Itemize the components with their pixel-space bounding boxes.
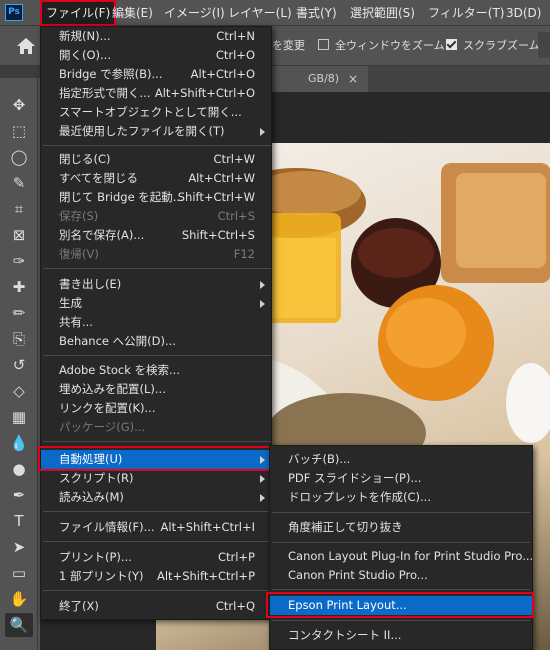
tools-panel: ✥ ⬚ ◯ ✎ ⌗ ⊠ ✑ ✚ ✏ ⎘ ↺ ◇ ▦ 💧 ● ✒ T ➤ ▭ ✋ … [0,78,38,650]
menu-separator [43,541,271,542]
menu-edit[interactable]: 編集(E) [112,0,153,26]
menu-item-browse-bridge[interactable]: Bridge で参照(B)... Alt+Ctrl+O [41,65,271,84]
menu-item-revert[interactable]: 復帰(V) F12 [41,245,271,264]
clone-stamp-tool[interactable]: ⎘ [5,327,33,351]
zoom-all-windows-label[interactable]: 全ウィンドウをズーム [335,37,445,53]
eraser-tool[interactable]: ◇ [5,379,33,403]
submenu-arrow-icon [260,128,265,136]
menu-item-exit[interactable]: 終了(X) Ctrl+Q [41,597,271,616]
submenu-item-batch[interactable]: バッチ(B)... [270,450,532,469]
menu-item-new[interactable]: 新規(N)... Ctrl+N [41,27,271,46]
home-icon[interactable] [16,36,36,56]
crop-tool[interactable]: ⌗ [5,197,33,221]
menu-bar: Ps ファイル(F) 編集(E) イメージ(I) レイヤー(L) 書式(Y) 選… [0,0,550,26]
submenu-arrow-icon [260,300,265,308]
submenu-item-canon-layout-plugin[interactable]: Canon Layout Plug-In for Print Studio Pr… [270,547,533,566]
move-tool[interactable]: ✥ [5,93,33,117]
brush-tool[interactable]: ✏ [5,301,33,325]
menu-item-place-embedded[interactable]: 埋め込みを配置(L)... [41,380,271,399]
pen-tool[interactable]: ✒ [5,483,33,507]
menu-item-publish-behance[interactable]: Behance へ公開(D)... [41,332,271,351]
file-menu-dropdown: 新規(N)... Ctrl+N 開く(O)... Ctrl+O Bridge で参照… [40,26,272,620]
menu-item-save-as[interactable]: 別名で保存(A)... Shift+Ctrl+S [41,226,271,245]
eyedropper-tool[interactable]: ✑ [5,249,33,273]
menu-item-share[interactable]: 共有... [41,313,271,332]
lasso-tool[interactable]: ◯ [5,145,33,169]
submenu-arrow-icon [260,494,265,502]
menu-item-place-linked[interactable]: リンクを配置(K)... [41,399,271,418]
automate-submenu: バッチ(B)... PDF スライドショー(P)... ドロップレットを作成(C… [269,445,533,650]
type-tool[interactable]: T [5,509,33,533]
menu-item-print[interactable]: プリント(P)... Ctrl+P [41,548,271,567]
submenu-item-create-droplet[interactable]: ドロップレットを作成(C)... [270,488,532,507]
photoshop-logo: Ps [5,4,23,21]
healing-brush-tool[interactable]: ✚ [5,275,33,299]
hand-tool[interactable]: ✋ [5,587,33,611]
menu-item-close-and-go-to-bridge[interactable]: 閉じて Bridge を起動... Shift+Ctrl+W [41,188,271,207]
submenu-item-crop-and-straighten[interactable]: 角度補正して切り抜き [270,518,532,537]
menu-item-import[interactable]: 読み込み(M) [41,488,271,507]
epson-callout-box [266,592,534,618]
menu-item-open[interactable]: 開く(O)... Ctrl+O [41,46,271,65]
menu-image[interactable]: イメージ(I) [164,0,225,26]
menu-separator [272,512,530,513]
blur-tool[interactable]: 💧 [5,431,33,455]
document-tab-title: GB/8) [308,72,340,85]
menu-separator [272,589,530,590]
menu-type[interactable]: 書式(Y) [296,0,337,26]
menu-separator [43,268,271,269]
menu-separator [43,441,271,442]
history-brush-tool[interactable]: ↺ [5,353,33,377]
frame-tool[interactable]: ⊠ [5,223,33,247]
menu-separator [272,620,530,621]
submenu-item-canon-print-studio[interactable]: Canon Print Studio Pro... [270,566,532,585]
menu-item-open-recent[interactable]: 最近使用したファイルを開く(T) [41,122,271,141]
menu-separator [272,542,530,543]
path-selection-tool[interactable]: ➤ [5,535,33,559]
menu-separator [43,355,271,356]
menu-item-package[interactable]: パッケージ(G)... [41,418,271,437]
menu-file[interactable]: ファイル(F) [40,0,117,26]
menu-filter[interactable]: フィルター(T) [428,0,504,26]
menu-item-open-smart-object[interactable]: スマートオブジェクトとして開く... [41,103,271,122]
submenu-arrow-icon [260,475,265,483]
menu-item-scripts[interactable]: スクリプト(R) [41,469,271,488]
gradient-tool[interactable]: ▦ [5,405,33,429]
menu-item-file-info[interactable]: ファイル情報(F)... Alt+Shift+Ctrl+I [41,518,271,537]
panel-collapse-strip[interactable] [0,66,42,78]
submenu-item-contact-sheet[interactable]: コンタクトシート II... [270,626,532,645]
scrubby-zoom-checkbox[interactable] [446,39,457,50]
menu-separator [43,145,271,146]
menu-item-save[interactable]: 保存(S) Ctrl+S [41,207,271,226]
dodge-tool[interactable]: ● [5,457,33,481]
scrubby-zoom-label[interactable]: スクラブズーム [463,37,540,53]
zoom-tool[interactable]: 🔍 [5,613,33,637]
menu-item-generate[interactable]: 生成 [41,294,271,313]
options-field[interactable] [538,32,550,58]
menu-item-export[interactable]: 書き出し(E) [41,275,271,294]
document-tab[interactable]: GB/8) × [268,66,368,92]
menu-separator [43,590,271,591]
menu-separator [43,511,271,512]
menu-item-search-adobe-stock[interactable]: Adobe Stock を検索... [41,361,271,380]
submenu-item-pdf-slideshow[interactable]: PDF スライドショー(P)... [270,469,532,488]
menu-item-open-as[interactable]: 指定形式で開く... Alt+Shift+Ctrl+O [41,84,271,103]
rectangle-tool[interactable]: ▭ [5,561,33,585]
resize-windows-label: を変更 [272,39,305,52]
menu-item-print-one-copy[interactable]: 1 部プリント(Y) Alt+Shift+Ctrl+P [41,567,271,586]
marquee-tool[interactable]: ⬚ [5,119,33,143]
quick-selection-tool[interactable]: ✎ [5,171,33,195]
menu-item-close-all[interactable]: すべてを閉じる Alt+Ctrl+W [41,169,271,188]
submenu-arrow-icon [260,281,265,289]
close-icon[interactable]: × [348,66,358,92]
menu-item-close[interactable]: 閉じる(C) Ctrl+W [41,150,271,169]
zoom-all-windows-checkbox[interactable] [318,39,329,50]
menu-select[interactable]: 選択範囲(S) [350,0,415,26]
menu-3d[interactable]: 3D(D) [506,0,541,26]
menu-layer[interactable]: レイヤー(L) [228,0,292,26]
automate-callout-box [38,446,272,471]
